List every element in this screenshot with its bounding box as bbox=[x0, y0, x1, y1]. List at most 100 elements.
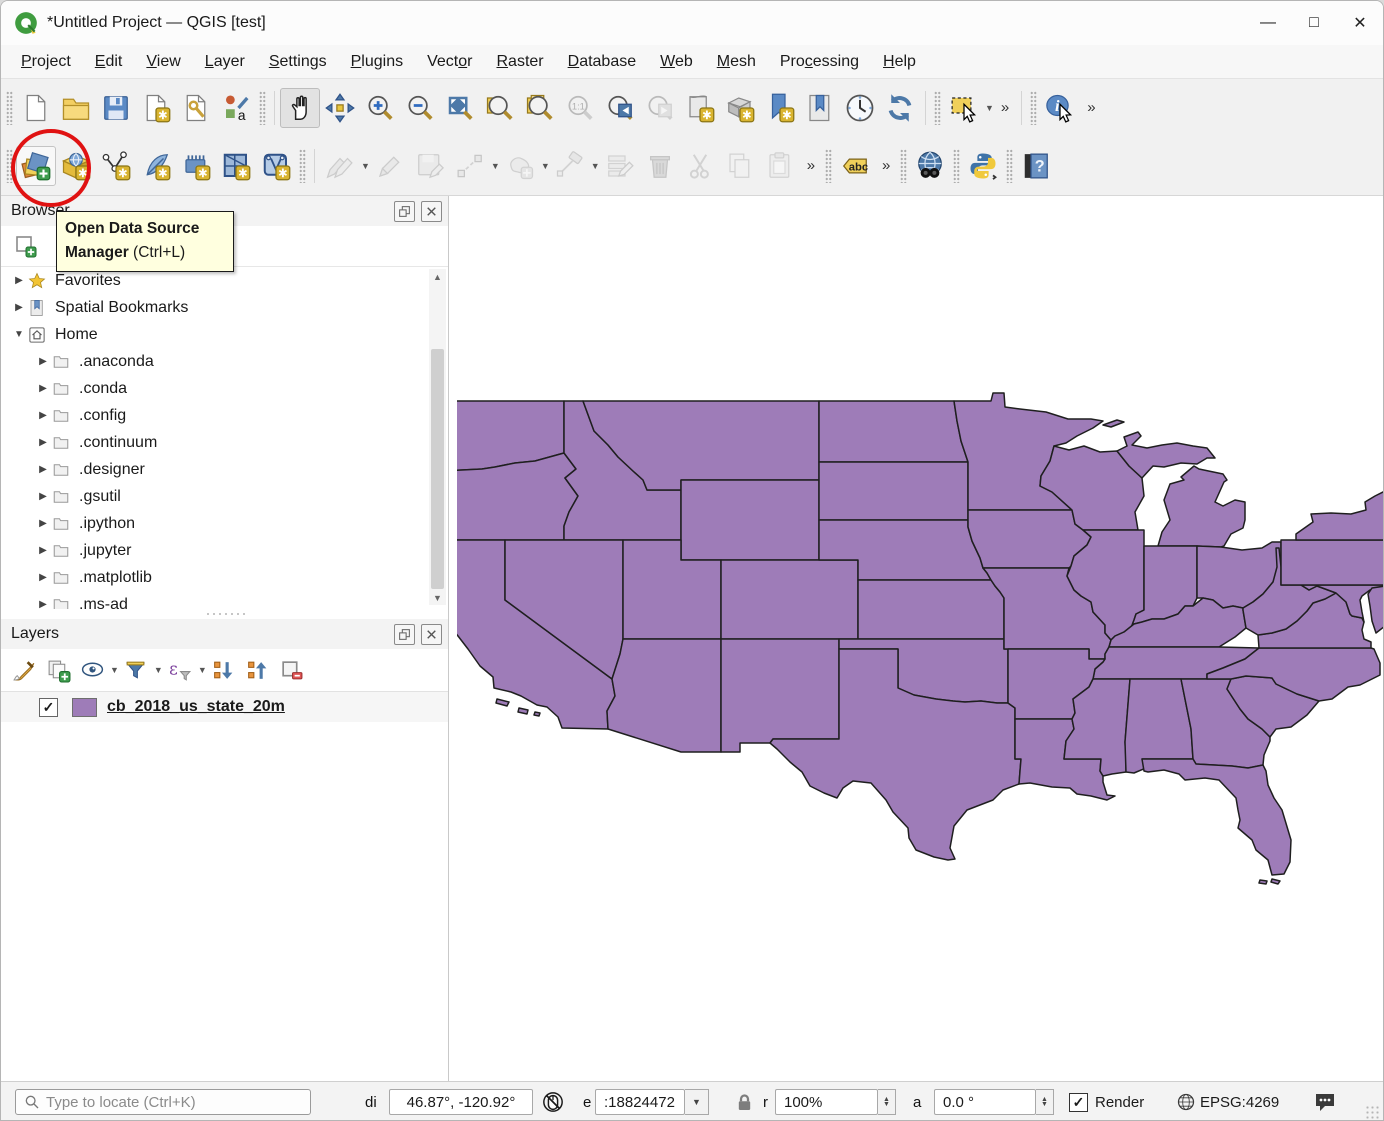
temporal-controller-button[interactable] bbox=[840, 88, 880, 128]
expand-arrow-icon[interactable]: ▶ bbox=[35, 572, 51, 583]
chevron-down-icon[interactable]: ▼ bbox=[110, 665, 119, 675]
expand-arrow-icon[interactable]: ▶ bbox=[35, 383, 51, 394]
menu-item[interactable]: View bbox=[134, 49, 192, 75]
new-spatialite-layer-button[interactable] bbox=[176, 146, 216, 186]
scroll-up-icon[interactable]: ▲ bbox=[429, 269, 446, 284]
expand-arrow-icon[interactable]: ▶ bbox=[35, 410, 51, 421]
identify-features-button[interactable] bbox=[1040, 88, 1080, 128]
browser-tree-item[interactable]: ▶ .designer bbox=[1, 456, 448, 483]
copy-features-button[interactable] bbox=[720, 146, 760, 186]
zoom-native-button[interactable] bbox=[560, 88, 600, 128]
magnifier-spinner[interactable]: ▲▼ bbox=[878, 1089, 896, 1115]
browser-tree-item[interactable]: ▶ .matplotlib bbox=[1, 564, 448, 591]
save-layer-edits-button[interactable] bbox=[410, 146, 450, 186]
expand-arrow-icon[interactable]: ▶ bbox=[11, 275, 27, 286]
chevron-down-icon[interactable]: ▼ bbox=[591, 161, 600, 171]
zoom-next-button[interactable] bbox=[640, 88, 680, 128]
expand-arrow-icon[interactable]: ▶ bbox=[11, 302, 27, 313]
add-group-button[interactable] bbox=[41, 653, 75, 687]
new-print-layout-button[interactable] bbox=[136, 88, 176, 128]
crs-status-button[interactable]: EPSG:4269 bbox=[1176, 1089, 1279, 1115]
menu-item[interactable]: Plugins bbox=[339, 49, 415, 75]
remove-layer-button[interactable] bbox=[275, 653, 309, 687]
rotation-input[interactable]: 0.0 ° bbox=[934, 1089, 1036, 1115]
browser-tree-item[interactable]: ▶ .config bbox=[1, 402, 448, 429]
zoom-in-button[interactable] bbox=[360, 88, 400, 128]
resize-grip[interactable] bbox=[1365, 1105, 1379, 1119]
expand-arrow-icon[interactable]: ▶ bbox=[35, 599, 51, 609]
coordinate-display[interactable]: 46.87°, -120.92° bbox=[389, 1089, 533, 1115]
menu-item[interactable]: Project bbox=[9, 49, 83, 75]
toolbar-overflow-button[interactable]: » bbox=[994, 99, 1016, 116]
zoom-full-extent-button[interactable] bbox=[440, 88, 480, 128]
show-layout-manager-button[interactable] bbox=[176, 88, 216, 128]
chevron-down-icon[interactable]: ▼ bbox=[154, 665, 163, 675]
browser-tree-item[interactable]: ▶ .continuum bbox=[1, 429, 448, 456]
paste-features-button[interactable] bbox=[760, 146, 800, 186]
toolbar-overflow-button[interactable]: » bbox=[875, 157, 897, 174]
scale-lock-button[interactable] bbox=[734, 1089, 755, 1115]
expand-arrow-icon[interactable]: ▶ bbox=[35, 356, 51, 367]
menu-item[interactable]: Edit bbox=[83, 49, 135, 75]
toolbar-grip[interactable] bbox=[6, 149, 13, 183]
open-data-source-manager-button[interactable] bbox=[16, 146, 56, 186]
expand-arrow-icon[interactable]: ▶ bbox=[35, 437, 51, 448]
open-layer-styling-button[interactable] bbox=[7, 653, 41, 687]
browser-close-button[interactable] bbox=[421, 201, 442, 222]
layers-float-button[interactable] bbox=[394, 624, 415, 645]
expand-arrow-icon[interactable]: ▶ bbox=[35, 545, 51, 556]
toolbar-grip[interactable] bbox=[953, 149, 960, 183]
rotation-spinner[interactable]: ▲▼ bbox=[1036, 1089, 1054, 1115]
browser-tree-item[interactable]: ▶ .anaconda bbox=[1, 348, 448, 375]
toolbar-overflow-button[interactable]: » bbox=[1080, 99, 1102, 116]
locate-search-input[interactable]: Type to locate (Ctrl+K) bbox=[15, 1089, 311, 1115]
menu-item[interactable]: Mesh bbox=[705, 49, 768, 75]
minimize-button[interactable]: — bbox=[1245, 3, 1291, 43]
close-button[interactable]: ✕ bbox=[1337, 3, 1383, 43]
browser-tree-item[interactable]: ▶ .jupyter bbox=[1, 537, 448, 564]
layer-row[interactable]: ✓ cb_2018_us_state_20m bbox=[1, 692, 448, 722]
scale-input[interactable]: :18824472 bbox=[595, 1089, 685, 1115]
browser-float-button[interactable] bbox=[394, 201, 415, 222]
browser-tree-item[interactable]: ▶ .gsutil bbox=[1, 483, 448, 510]
menu-item[interactable]: Settings bbox=[257, 49, 339, 75]
layer-visibility-checkbox[interactable]: ✓ bbox=[39, 698, 58, 717]
toolbar-overflow-button[interactable]: » bbox=[800, 157, 822, 174]
new-project-button[interactable] bbox=[16, 88, 56, 128]
filter-by-expression-button[interactable] bbox=[163, 653, 197, 687]
map-canvas[interactable] bbox=[450, 196, 1384, 1081]
zoom-to-layer-button[interactable] bbox=[520, 88, 560, 128]
scrollbar-thumb[interactable] bbox=[431, 349, 444, 589]
toolbar-grip[interactable] bbox=[900, 149, 907, 183]
manage-map-themes-button[interactable] bbox=[75, 653, 109, 687]
style-manager-button[interactable] bbox=[216, 88, 256, 128]
cut-features-button[interactable] bbox=[680, 146, 720, 186]
toolbar-grip[interactable] bbox=[1006, 149, 1013, 183]
toolbar-grip[interactable] bbox=[934, 91, 941, 125]
pan-map-button[interactable] bbox=[280, 88, 320, 128]
zoom-out-button[interactable] bbox=[400, 88, 440, 128]
save-project-button[interactable] bbox=[96, 88, 136, 128]
toolbar-grip[interactable] bbox=[825, 149, 832, 183]
new-shapefile-layer-button[interactable] bbox=[96, 146, 136, 186]
show-spatial-bookmarks-button[interactable] bbox=[800, 88, 840, 128]
expand-arrow-icon[interactable]: ▶ bbox=[35, 518, 51, 529]
menu-item[interactable]: Processing bbox=[768, 49, 871, 75]
pan-to-selection-button[interactable] bbox=[320, 88, 360, 128]
log-messages-button[interactable] bbox=[1313, 1089, 1337, 1115]
menu-item[interactable]: Database bbox=[556, 49, 649, 75]
chevron-down-icon[interactable]: ▼ bbox=[541, 161, 550, 171]
zoom-to-selection-button[interactable] bbox=[480, 88, 520, 128]
collapse-all-button[interactable] bbox=[241, 653, 275, 687]
toolbar-grip[interactable] bbox=[299, 149, 306, 183]
modify-attributes-button[interactable] bbox=[600, 146, 640, 186]
chevron-down-icon[interactable]: ▼ bbox=[491, 161, 500, 171]
chevron-down-icon[interactable]: ▼ bbox=[361, 161, 370, 171]
magnifier-input[interactable]: 100% bbox=[775, 1089, 878, 1115]
shape-digitizing-button[interactable] bbox=[500, 146, 540, 186]
python-console-button[interactable] bbox=[963, 146, 1003, 186]
browser-tree-item[interactable]: ▶ .ms-ad bbox=[1, 591, 448, 609]
mouse-position-toggle[interactable] bbox=[542, 1089, 564, 1115]
menu-item[interactable]: Raster bbox=[484, 49, 555, 75]
scroll-down-icon[interactable]: ▼ bbox=[429, 590, 446, 605]
